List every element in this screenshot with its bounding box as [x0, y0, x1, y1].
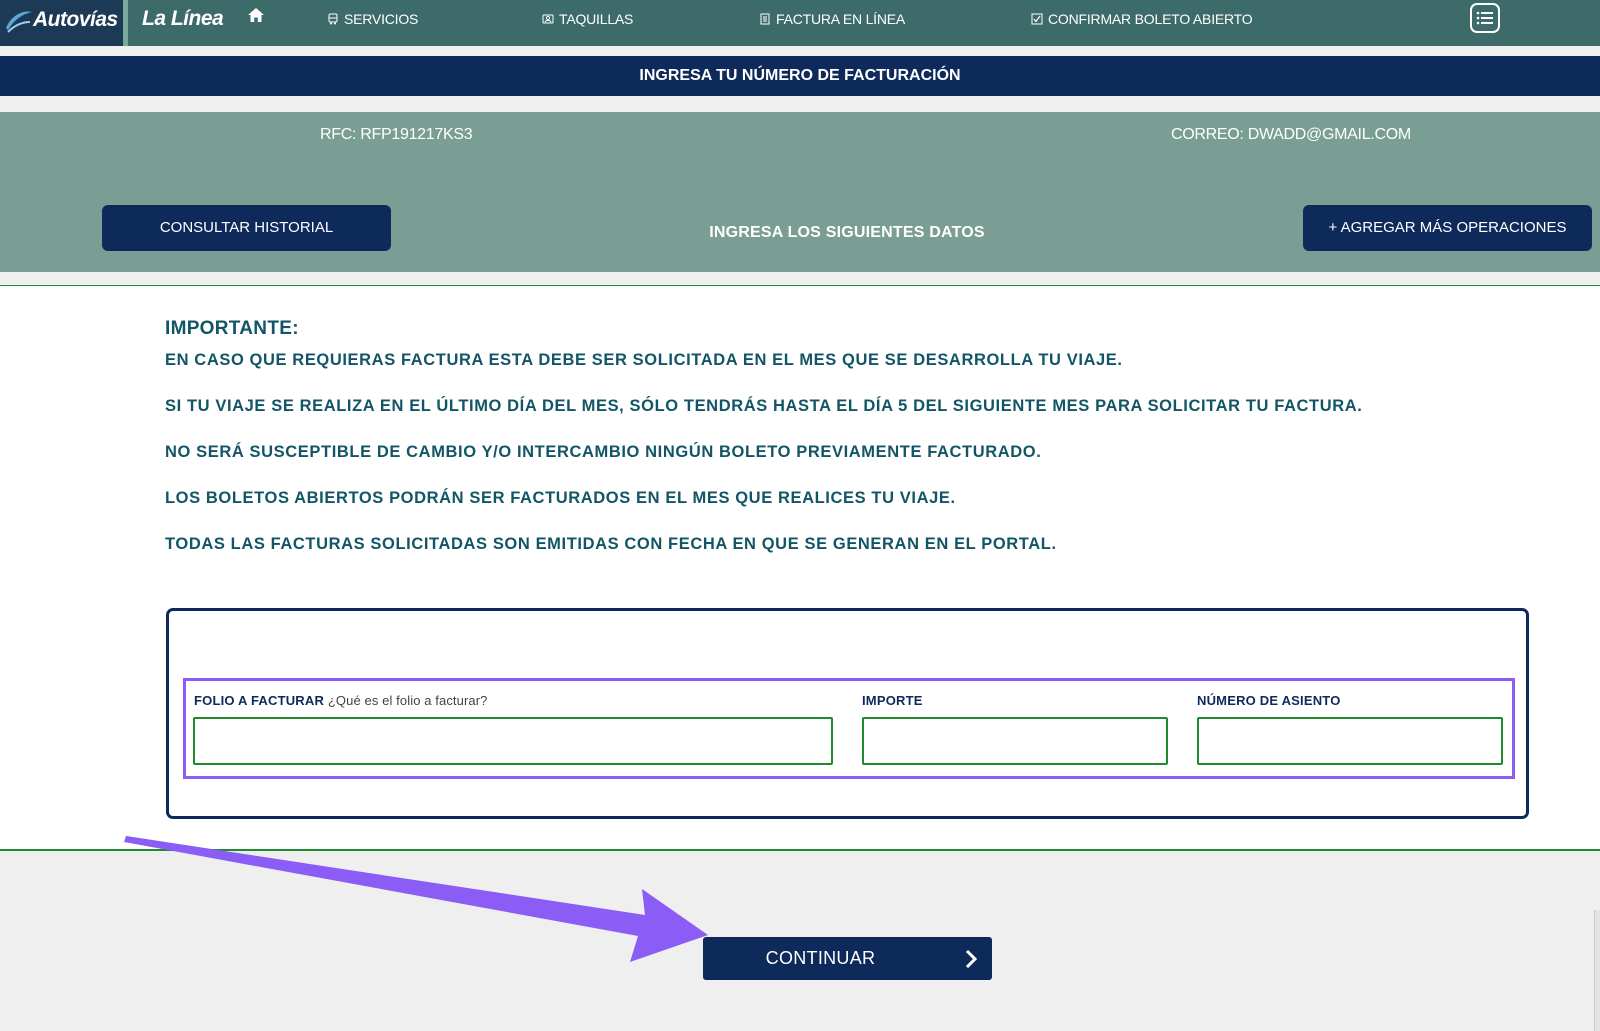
nav-item-label: SERVICIOS	[344, 11, 419, 27]
top-navbar: Autovías La Línea SERVICIOS TAQUILLAS FA…	[0, 0, 1600, 46]
asiento-input[interactable]	[1197, 717, 1503, 765]
nav-item-confirmar[interactable]: CONFIRMAR BOLETO ABIERTO	[1031, 8, 1253, 30]
rfc-value: RFC: RFP191217KS3	[320, 126, 473, 143]
home-icon[interactable]	[248, 8, 264, 27]
spacer	[0, 96, 1600, 112]
checkbox-icon	[1031, 13, 1043, 25]
add-operations-button[interactable]: + AGREGAR MÁS OPERACIONES	[1303, 205, 1592, 251]
invoice-fields-highlight: FOLIO A FACTURAR ¿Qué es el folio a fact…	[183, 678, 1515, 779]
nav-item-label: CONFIRMAR BOLETO ABIERTO	[1048, 11, 1253, 27]
folio-label-text: FOLIO A FACTURAR	[194, 693, 325, 708]
autovias-logo[interactable]: Autovías	[0, 0, 123, 46]
ticket-office-icon	[542, 14, 554, 24]
chevron-right-icon	[965, 950, 977, 968]
folio-help-link[interactable]: ¿Qué es el folio a facturar?	[328, 693, 488, 708]
list-menu-icon[interactable]	[1470, 3, 1500, 33]
notice-line: EN CASO QUE REQUIERAS FACTURA ESTA DEBE …	[165, 351, 1123, 369]
continue-button[interactable]: CONTINUAR	[703, 937, 992, 980]
la-linea-logo[interactable]: La Línea	[142, 7, 224, 31]
account-info-panel: RFC: RFP191217KS3 CORREO: DWADD@GMAIL.CO…	[0, 112, 1600, 272]
nav-item-factura[interactable]: FACTURA EN LÍNEA	[759, 8, 905, 30]
asiento-label: NÚMERO DE ASIENTO	[1197, 693, 1341, 708]
notice-line: LOS BOLETOS ABIERTOS PODRÁN SER FACTURAD…	[165, 489, 956, 507]
notice-line: TODAS LAS FACTURAS SOLICITADAS SON EMITI…	[165, 535, 1057, 553]
brand-divider	[123, 0, 128, 46]
folio-label: FOLIO A FACTURAR ¿Qué es el folio a fact…	[194, 693, 487, 708]
email-value: CORREO: DWADD@GMAIL.COM	[1171, 126, 1411, 143]
nav-item-servicios[interactable]: SERVICIOS	[327, 8, 418, 30]
bus-icon	[328, 13, 338, 25]
notice-line: SI TU VIAJE SE REALIZA EN EL ÚLTIMO DÍA …	[165, 397, 1363, 415]
swoosh-icon	[6, 11, 32, 33]
scrollbar[interactable]	[1594, 910, 1600, 1031]
importe-input[interactable]	[862, 717, 1168, 765]
page-title: INGRESA TU NÚMERO DE FACTURACIÓN	[0, 56, 1600, 96]
brand-primary-label: Autovías	[33, 8, 118, 31]
invoice-icon	[760, 13, 770, 25]
nav-item-taquillas[interactable]: TAQUILLAS	[542, 8, 633, 30]
nav-item-label: TAQUILLAS	[559, 11, 634, 27]
spacer	[0, 46, 1600, 56]
spacer	[0, 272, 1600, 286]
importe-label: IMPORTE	[862, 693, 923, 708]
notice-title: IMPORTANTE:	[165, 318, 299, 339]
folio-input[interactable]	[193, 717, 833, 765]
nav-item-label: FACTURA EN LÍNEA	[776, 11, 906, 27]
continue-button-label: CONTINUAR	[765, 948, 876, 968]
notice-line: NO SERÁ SUSCEPTIBLE DE CAMBIO Y/O INTERC…	[165, 443, 1042, 461]
